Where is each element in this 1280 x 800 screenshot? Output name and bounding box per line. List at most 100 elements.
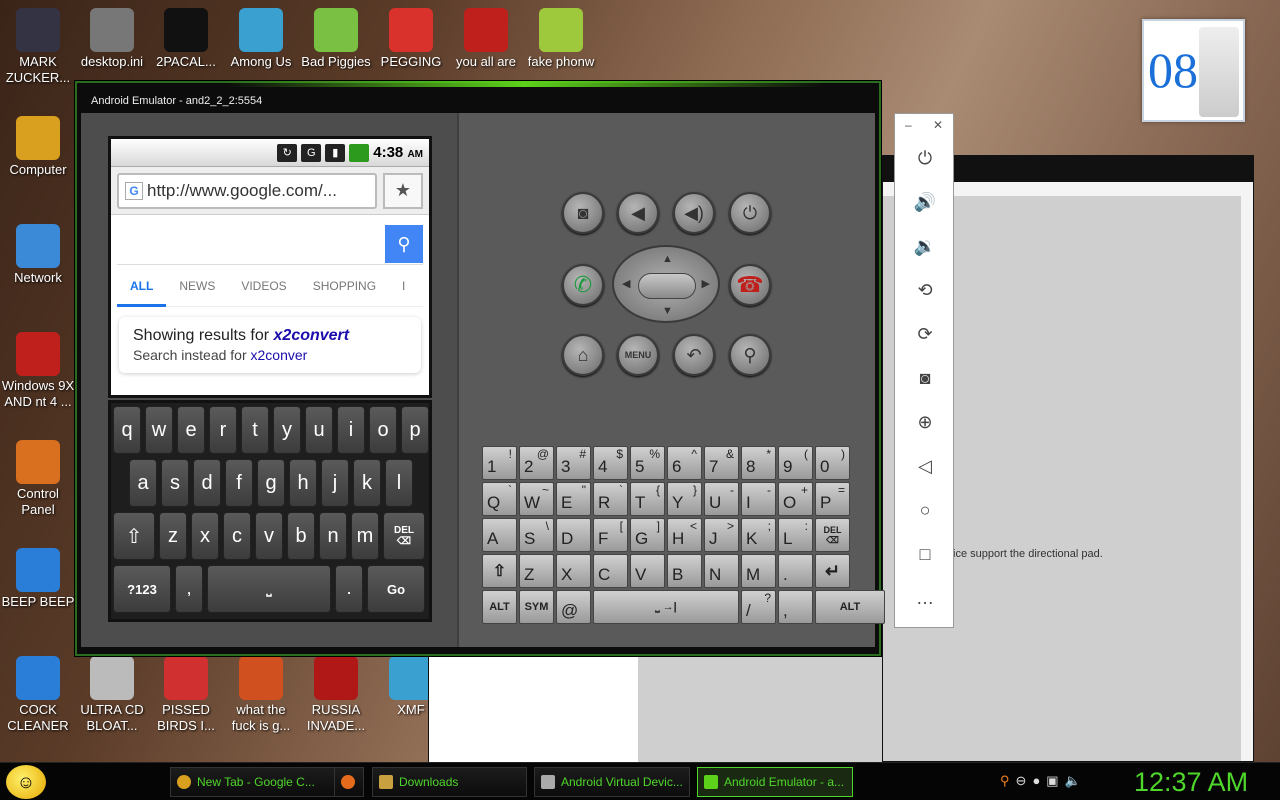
taskbar-item-3[interactable]: Android Virtual Devic... [534,767,690,797]
desktop.left_icons-4[interactable]: BEEP BEEP [0,548,76,610]
volume-down-button[interactable]: ◀ [617,192,659,234]
hardware-key-0[interactable]: 0) [815,446,850,480]
hardware-space-key[interactable]: ⎵ →| [593,590,739,624]
security-tray-icon[interactable]: ● [1032,773,1040,789]
hardware-key-w[interactable]: W ~ [519,482,554,516]
back-triangle-icon[interactable]: ◁ [895,456,955,477]
key-s[interactable]: s [161,459,189,507]
hardware-key-m[interactable]: M [741,554,776,588]
taskbar-item-2[interactable]: Downloads [372,767,527,797]
desktop.top_icons-2[interactable]: 2PACAL... [148,8,224,70]
key-l[interactable]: l [385,459,413,507]
more-options-icon[interactable]: … [895,588,955,609]
start-button[interactable]: ☺ [6,765,46,799]
key-w[interactable]: w [145,406,173,454]
desktop.top_icons-5[interactable]: PEGGING [373,8,449,70]
hardware-enter-key[interactable]: ↵ [815,554,850,588]
desktop.top_icons-0[interactable]: MARK ZUCKER... [0,8,76,86]
screenshot-icon[interactable]: ◙ [895,368,955,389]
home-circle-icon[interactable]: ○ [895,500,955,521]
taskbar-item-4[interactable]: Android Emulator - a... [697,767,853,797]
desktop.left_icons-3[interactable]: Control Panel [0,440,76,518]
key-z[interactable]: z [159,512,187,560]
status-tray-icon[interactable]: ⊖ [1016,773,1027,789]
hardware-key-.[interactable]: . [778,554,813,588]
camera-button[interactable]: ◙ [562,192,604,234]
power-button[interactable]: ⏻ [729,192,771,234]
delete-key[interactable]: DEL ⌫ [383,512,425,560]
corrected-term-link[interactable]: x2convert [274,327,350,344]
shift-key[interactable]: ⇧ [113,512,155,560]
dpad-left-arrow-icon[interactable]: ◀ [622,277,630,290]
hardware-key-x[interactable]: X [556,554,591,588]
comma-key[interactable]: , [175,565,203,613]
hardware-delete-key[interactable]: DEL ⌫ [815,518,850,552]
hardware-key-2[interactable]: 2 @ [519,446,554,480]
dpad[interactable]: ▲ ▼ ◀ ▶ [612,245,720,323]
go-key[interactable]: Go [367,565,425,613]
volume-tray-icon[interactable]: 🔈 [1065,773,1081,789]
menu-button[interactable]: MENU [617,334,659,376]
hardware-key-g[interactable]: G] [630,518,665,552]
hardware-key-z[interactable]: Z [519,554,554,588]
search-tray-icon[interactable]: ⚲ [1000,773,1010,789]
hardware-key-c[interactable]: C [593,554,628,588]
key-u[interactable]: u [305,406,333,454]
hardware-key-1[interactable]: 1! [482,446,517,480]
taskbar-item-1[interactable] [334,767,364,797]
desktop.left_icons-0[interactable]: Computer [0,116,76,178]
original-term-link[interactable]: x2conver [251,347,308,363]
hardware-key-b[interactable]: B [667,554,702,588]
tab-videos[interactable]: VIDEOS [228,265,299,307]
key-f[interactable]: f [225,459,253,507]
hardware-key-7[interactable]: 7 & [704,446,739,480]
tab-news[interactable]: NEWS [166,265,228,307]
hardware-key-5[interactable]: 5% [630,446,665,480]
power-toolbar-icon[interactable]: ⏻ [895,148,955,169]
hardware-key-8[interactable]: 8 * [741,446,776,480]
desktop.top_icons-3[interactable]: Among Us [223,8,299,70]
url-bar[interactable]: G http://www.google.com/... [117,172,377,209]
hardware-key-q[interactable]: Q ` [482,482,517,516]
overview-square-icon[interactable]: □ [895,544,955,565]
dpad-right-arrow-icon[interactable]: ▶ [702,277,710,290]
key-y[interactable]: y [273,406,301,454]
hardware-key-9[interactable]: 9( [778,446,813,480]
key-q[interactable]: q [113,406,141,454]
desktop.top_icons-4[interactable]: Bad Piggies [298,8,374,70]
desktop.top_icons-1[interactable]: desktop.ini [74,8,150,70]
sym-key[interactable]: SYM [519,590,554,624]
hardware-key-n[interactable]: N [704,554,739,588]
dpad-down-arrow-icon[interactable]: ▼ [662,305,673,317]
key-m[interactable]: m [351,512,379,560]
alt-right-key[interactable]: ALT [815,590,885,624]
zoom-icon[interactable]: ⊕ [895,412,955,433]
key-x[interactable]: x [191,512,219,560]
at-key[interactable]: @ [556,590,591,624]
hardware-key-t[interactable]: T{ [630,482,665,516]
google-search-button[interactable]: ⚲ [385,225,423,263]
key-o[interactable]: o [369,406,397,454]
desktop.left_icons-2[interactable]: Windows 9X AND nt 4 ... [0,332,76,410]
back-button[interactable]: ↶ [673,334,715,376]
hardware-key-l[interactable]: L: [778,518,813,552]
desktop.left_icons-1[interactable]: Network [0,224,76,286]
desktop.bottom_icons-3[interactable]: what the fuck is g... [223,656,299,734]
period-key[interactable]: . [335,565,363,613]
space-key[interactable]: ⎵ [207,565,331,613]
dpad-center-button[interactable] [638,273,696,299]
hardware-key-r[interactable]: R ` [593,482,628,516]
clock-widget[interactable]: 08 [1142,19,1245,122]
symbols-key[interactable]: ?123 [113,565,171,613]
hardware-key-u[interactable]: U- [704,482,739,516]
hardware-key-h[interactable]: H < [667,518,702,552]
hardware-comma-key[interactable]: , [778,590,813,624]
key-i[interactable]: i [337,406,365,454]
dpad-up-arrow-icon[interactable]: ▲ [662,253,673,265]
desktop.top_icons-6[interactable]: you all are [448,8,524,70]
key-e[interactable]: e [177,406,205,454]
tab-i[interactable]: I [389,265,418,307]
network-tray-icon[interactable]: ▣ [1046,773,1058,789]
hardware-key-i[interactable]: I- [741,482,776,516]
key-h[interactable]: h [289,459,317,507]
